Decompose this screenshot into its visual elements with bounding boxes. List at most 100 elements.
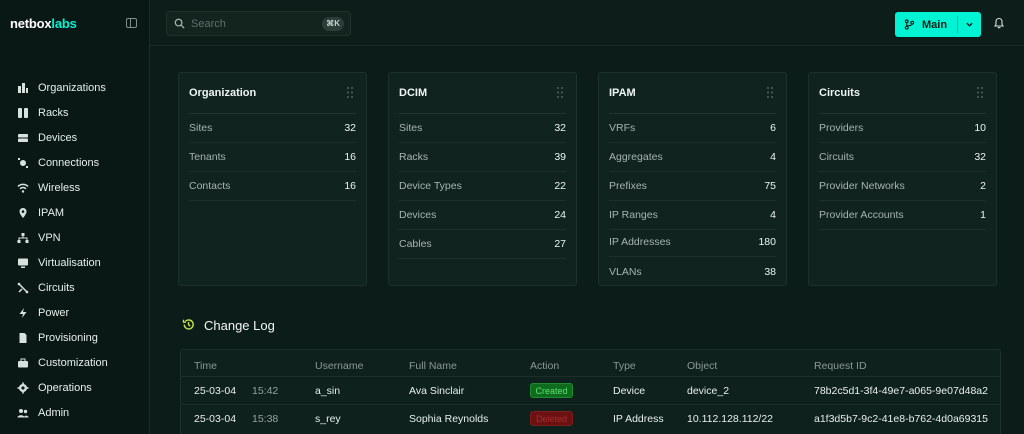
column-header-action[interactable]: Action bbox=[530, 360, 559, 372]
wireless-icon bbox=[17, 182, 29, 194]
action-badge-created: Created bbox=[530, 383, 573, 398]
column-header-object[interactable]: Object bbox=[687, 360, 717, 372]
card-row-providers[interactable]: Providers 10 bbox=[819, 114, 986, 143]
card-row-sites[interactable]: Sites 32 bbox=[399, 114, 566, 143]
drag-handle-icon[interactable] bbox=[766, 86, 774, 99]
search-box[interactable]: ⌘K bbox=[166, 11, 351, 36]
sidebar-collapse-icon[interactable] bbox=[126, 18, 137, 28]
sidebar-item-label: Power bbox=[38, 306, 70, 319]
branch-selector-button[interactable]: Main bbox=[895, 12, 981, 37]
history-icon bbox=[182, 319, 194, 330]
logo[interactable]: netboxlabs bbox=[10, 16, 77, 31]
card-row-device-types[interactable]: Device Types 22 bbox=[399, 172, 566, 201]
sidebar-item-label: Wireless bbox=[38, 181, 81, 194]
chevron-down-icon[interactable] bbox=[965, 20, 974, 29]
row-count: 16 bbox=[344, 151, 356, 163]
sidebar-item-ipam[interactable]: IPAM bbox=[0, 200, 150, 225]
card-row-prefixes[interactable]: Prefixes 75 bbox=[609, 172, 776, 201]
sidebar-item-organizations[interactable]: Organizations bbox=[0, 75, 150, 100]
table-row[interactable]: 25-03-04 15:42 a_sin Ava Sinclair Create… bbox=[181, 376, 1000, 404]
sidebar-item-devices[interactable]: Devices bbox=[0, 125, 150, 150]
sidebar-item-label: VPN bbox=[38, 231, 61, 244]
sidebar-item-label: Customization bbox=[38, 356, 108, 369]
cell-full-name: Sophia Reynolds bbox=[409, 413, 489, 425]
row-label: VLANs bbox=[609, 265, 642, 278]
row-label: Devices bbox=[399, 209, 437, 221]
card-row-racks[interactable]: Racks 39 bbox=[399, 143, 566, 172]
bell-icon[interactable] bbox=[993, 17, 1005, 29]
row-label: Provider Accounts bbox=[819, 209, 904, 221]
racks-icon bbox=[17, 107, 29, 119]
sidebar-item-provisioning[interactable]: Provisioning bbox=[0, 325, 150, 350]
card-row-circuits[interactable]: Circuits 32 bbox=[819, 143, 986, 172]
search-input[interactable] bbox=[191, 17, 311, 30]
sidebar-item-power[interactable]: Power bbox=[0, 300, 150, 325]
card-row-devices[interactable]: Devices 24 bbox=[399, 201, 566, 230]
sidebar-item-label: Connections bbox=[38, 156, 100, 169]
card-row-cables[interactable]: Cables 27 bbox=[399, 230, 566, 259]
cell-object-link[interactable]: device_2 bbox=[687, 385, 729, 397]
row-label: Provider Networks bbox=[819, 180, 905, 192]
changelog-table: Time Username Full Name Action Type Obje… bbox=[180, 349, 1001, 434]
row-label: IP Addresses bbox=[609, 236, 671, 248]
column-header-full-name[interactable]: Full Name bbox=[409, 360, 457, 372]
action-badge-deleted: Deleted bbox=[530, 411, 573, 426]
column-header-time[interactable]: Time bbox=[194, 360, 217, 372]
drag-handle-icon[interactable] bbox=[346, 86, 354, 99]
sidebar-item-customization[interactable]: Customization bbox=[0, 350, 150, 375]
card-row-provider-networks[interactable]: Provider Networks 2 bbox=[819, 172, 986, 201]
card-row-sites[interactable]: Sites 32 bbox=[189, 114, 356, 143]
row-count: 32 bbox=[974, 151, 986, 163]
gear-icon bbox=[17, 382, 29, 394]
sidebar-item-label: Organizations bbox=[38, 81, 106, 94]
row-count: 22 bbox=[554, 180, 566, 192]
power-bolt-icon bbox=[17, 307, 29, 319]
sidebar-item-connections[interactable]: Connections bbox=[0, 150, 150, 175]
drag-handle-icon[interactable] bbox=[556, 86, 564, 99]
table-row[interactable]: 25-03-04 15:38 s_rey Sophia Reynolds Del… bbox=[181, 404, 1000, 432]
column-header-type[interactable]: Type bbox=[613, 360, 636, 372]
row-count: 1 bbox=[980, 209, 986, 221]
row-label: Cables bbox=[399, 238, 432, 250]
row-count: 180 bbox=[758, 236, 776, 248]
sidebar-item-label: IPAM bbox=[38, 206, 65, 219]
card-row-ip-ranges[interactable]: IP Ranges 4 bbox=[609, 201, 776, 230]
sidebar-item-wireless[interactable]: Wireless bbox=[0, 175, 150, 200]
topbar: ⌘K Main bbox=[150, 0, 1024, 46]
card-row-ip-addresses[interactable]: IP Addresses 180 bbox=[609, 228, 776, 257]
sidebar-item-label: Admin bbox=[38, 406, 70, 419]
devices-icon bbox=[17, 132, 29, 144]
card-row-vrfs[interactable]: VRFs 6 bbox=[609, 114, 776, 143]
sidebar-item-operations[interactable]: Operations bbox=[0, 375, 150, 400]
row-label: Sites bbox=[399, 122, 423, 134]
card-title: Circuits bbox=[819, 87, 860, 99]
card-row-tenants[interactable]: Tenants 16 bbox=[189, 143, 356, 172]
sidebar-item-vpn[interactable]: VPN bbox=[0, 225, 150, 250]
drag-handle-icon[interactable] bbox=[976, 86, 984, 99]
row-count: 32 bbox=[554, 122, 566, 134]
card-row-vlans[interactable]: VLANs 38 bbox=[609, 257, 776, 286]
card-row-contacts[interactable]: Contacts 16 bbox=[189, 172, 356, 201]
toolbox-icon bbox=[17, 357, 29, 369]
sidebar-item-admin[interactable]: Admin bbox=[0, 400, 150, 425]
card-title: DCIM bbox=[399, 87, 428, 99]
row-count: 75 bbox=[764, 180, 776, 192]
card-title: IPAM bbox=[609, 87, 636, 99]
card-row-provider-accounts[interactable]: Provider Accounts 1 bbox=[819, 201, 986, 230]
row-count: 38 bbox=[764, 265, 776, 278]
sidebar: netboxlabs Organizations Racks Devices C… bbox=[0, 0, 150, 434]
organization-card: Organization Sites 32 Tenants 16 Contacts 1… bbox=[178, 72, 367, 286]
row-label: Prefixes bbox=[609, 180, 647, 192]
cell-object-link[interactable]: 10.112.128.112/22 bbox=[687, 413, 773, 425]
ipam-card: IPAM VRFs 6 Aggregates 4 Prefixes 75 IP Ran… bbox=[598, 72, 787, 286]
column-header-username[interactable]: Username bbox=[315, 360, 363, 372]
changelog-title: Change Log bbox=[204, 318, 275, 333]
sidebar-item-circuits[interactable]: Circuits bbox=[0, 275, 150, 300]
sidebar-item-label: Circuits bbox=[38, 281, 75, 294]
column-header-request-id[interactable]: Request ID bbox=[814, 360, 867, 372]
cell-username: a_sin bbox=[315, 385, 341, 397]
document-icon bbox=[17, 332, 29, 344]
card-row-aggregates[interactable]: Aggregates 4 bbox=[609, 143, 776, 172]
sidebar-item-virtualisation[interactable]: Virtualisation bbox=[0, 250, 150, 275]
sidebar-item-racks[interactable]: Racks bbox=[0, 100, 150, 125]
